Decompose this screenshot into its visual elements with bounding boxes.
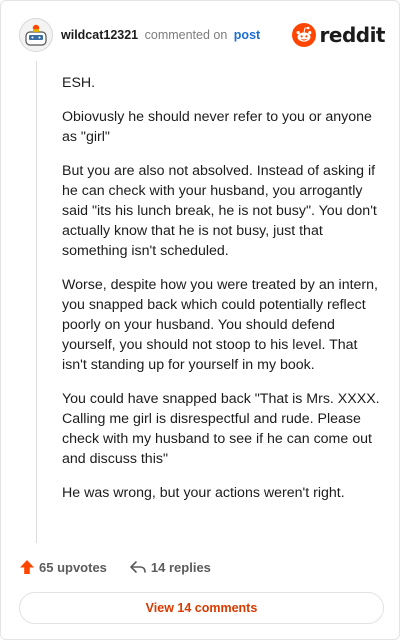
post-link[interactable]: post — [234, 28, 260, 42]
action-text: commented on — [144, 28, 228, 42]
header-text: wildcat12321 commented on post — [61, 28, 260, 42]
view-comments-button[interactable]: View 14 comments — [19, 592, 384, 624]
username-link[interactable]: wildcat12321 — [61, 28, 138, 42]
reddit-snoo-avatar-icon — [25, 24, 47, 46]
replies-button[interactable]: 14 replies — [129, 559, 211, 575]
comment-paragraph: Obiovusly he should never refer to you o… — [62, 109, 372, 145]
reddit-logo[interactable]: reddit — [291, 23, 386, 47]
reddit-logo-icon — [291, 23, 316, 47]
comment-paragraph: ESH. — [62, 75, 96, 91]
reply-arrow-icon — [130, 561, 146, 573]
comment-body: ESH. Obiovusly he should never refer to … — [62, 73, 382, 517]
comment-card: wildcat12321 commented on post reddit ES… — [0, 0, 400, 640]
comment-paragraph: Worse, despite how you were treated by a… — [62, 277, 378, 373]
comment-paragraph: You could have snapped back "That is Mrs… — [62, 391, 380, 467]
comment-actions: 65 upvotes 14 replies — [19, 557, 211, 577]
reddit-wordmark: reddit — [319, 23, 386, 47]
comment-paragraph: He was wrong, but your actions weren't r… — [62, 485, 345, 501]
reply-count: 14 replies — [150, 559, 211, 575]
comment-paragraph: But you are also not absolved. Instead o… — [62, 163, 377, 259]
upvote-arrow-icon — [20, 560, 34, 574]
user-avatar[interactable] — [19, 18, 53, 52]
thread-line[interactable] — [36, 61, 37, 543]
comment-header: wildcat12321 commented on post reddit — [19, 17, 386, 53]
upvote-count: 65 upvotes — [39, 559, 107, 575]
upvote-button[interactable]: 65 upvotes — [19, 559, 107, 575]
